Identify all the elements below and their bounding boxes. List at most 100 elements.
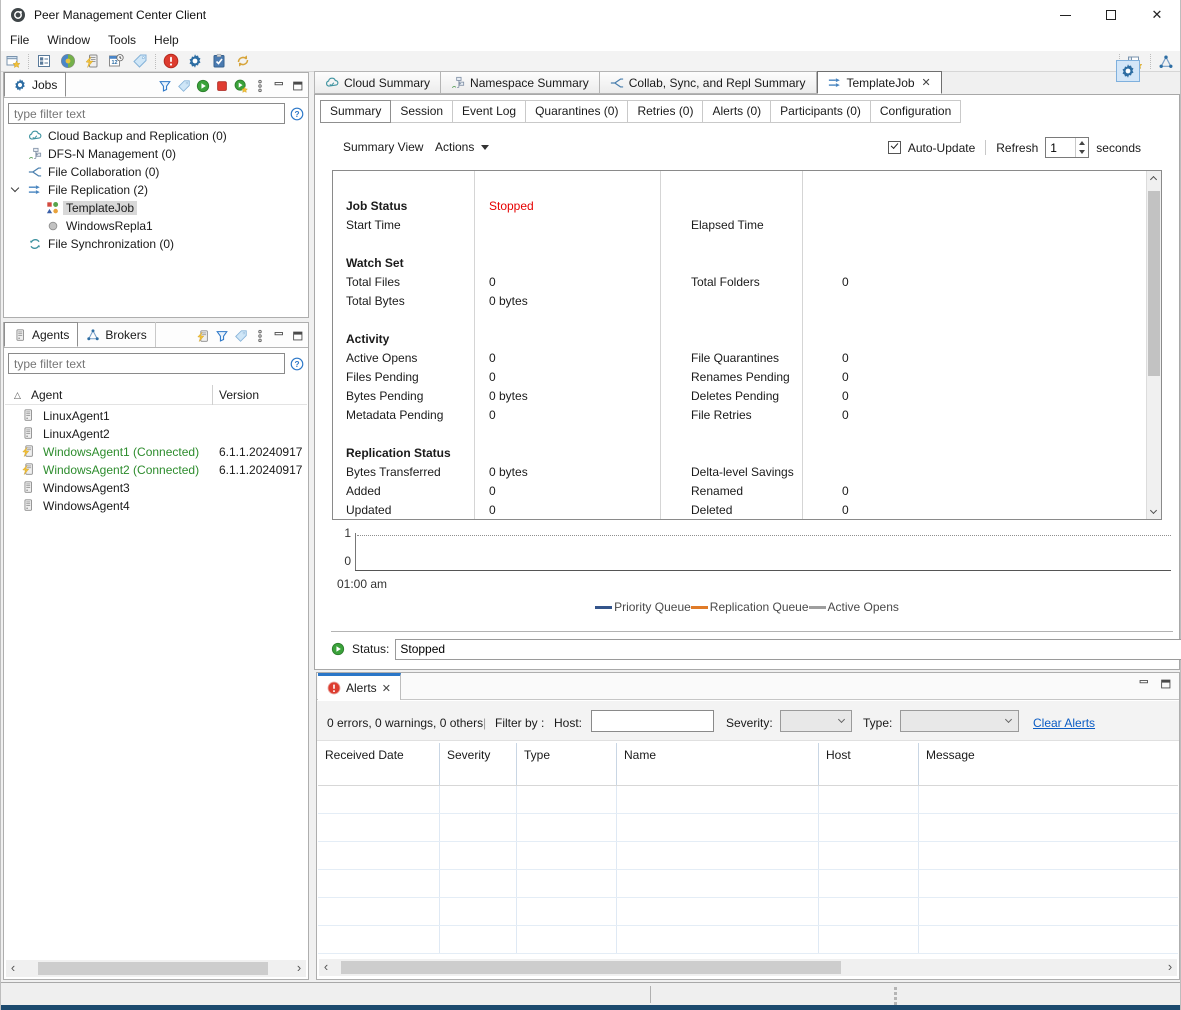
- drag-handle-icon[interactable]: [894, 987, 897, 1005]
- maximize-view-icon[interactable]: [291, 329, 305, 343]
- new-window-button[interactable]: [1, 51, 25, 71]
- alerts-button[interactable]: [159, 51, 183, 71]
- severity-select[interactable]: [780, 710, 852, 732]
- view-menu-icon[interactable]: [253, 329, 267, 343]
- tab-cloud-summary[interactable]: Cloud Summary: [314, 71, 441, 94]
- column-header-agent[interactable]: △ Agent: [5, 385, 213, 405]
- subtab-configuration[interactable]: Configuration: [871, 100, 961, 123]
- subtab-summary[interactable]: Summary: [320, 100, 391, 123]
- table-row[interactable]: LinuxAgent2: [5, 425, 307, 443]
- spinner-buttons[interactable]: [1075, 138, 1088, 157]
- settings-button[interactable]: [183, 51, 207, 71]
- tree-item-cloud-backup[interactable]: Cloud Backup and Replication (0): [4, 127, 308, 145]
- scroll-left-icon[interactable]: ‹: [319, 959, 333, 976]
- minimize-view-icon[interactable]: [272, 329, 286, 343]
- stop-job-icon[interactable]: [215, 79, 229, 93]
- start-job-icon[interactable]: [196, 79, 210, 93]
- start-all-icon[interactable]: [234, 79, 248, 93]
- tags-button[interactable]: [128, 51, 152, 71]
- menu-help[interactable]: Help: [145, 30, 188, 51]
- scrollbar-thumb[interactable]: [1148, 191, 1160, 376]
- agent-alerts-button[interactable]: [80, 51, 104, 71]
- table-row[interactable]: WindowsAgent3: [5, 479, 307, 497]
- spinner-up-icon[interactable]: [1079, 141, 1085, 145]
- help-icon[interactable]: ?: [290, 357, 304, 371]
- subtab-quarantines[interactable]: Quarantines (0): [526, 100, 628, 123]
- type-select[interactable]: [900, 710, 1019, 732]
- scroll-up-icon[interactable]: [1150, 176, 1157, 183]
- alerts-horizontal-scrollbar[interactable]: ‹ ›: [319, 959, 1177, 976]
- refresh-seconds-spinner[interactable]: [1045, 137, 1089, 158]
- expander-chevron-icon[interactable]: [11, 184, 19, 192]
- clear-alerts-link[interactable]: Clear Alerts: [1033, 712, 1095, 734]
- menu-window[interactable]: Window: [38, 30, 99, 51]
- auto-update-checkbox[interactable]: [888, 141, 901, 154]
- tab-templatejob[interactable]: TemplateJob ✕: [817, 71, 942, 94]
- column-header-name[interactable]: Name: [617, 743, 819, 785]
- subtab-retries[interactable]: Retries (0): [628, 100, 703, 123]
- tab-namespace-summary[interactable]: Namespace Summary: [441, 71, 600, 94]
- filter-icon[interactable]: [158, 79, 172, 93]
- summary-vertical-scrollbar[interactable]: [1146, 171, 1161, 519]
- minimize-button[interactable]: [1042, 0, 1088, 30]
- tree-item-file-collab[interactable]: File Collaboration (0): [4, 163, 308, 181]
- preferences-button[interactable]: [32, 51, 56, 71]
- tab-jobs[interactable]: Jobs: [4, 72, 66, 97]
- tab-brokers[interactable]: Brokers: [78, 322, 155, 347]
- column-header-received-date[interactable]: Received Date: [318, 743, 440, 785]
- close-view-icon[interactable]: ✕: [382, 682, 391, 695]
- host-filter-input[interactable]: [591, 710, 714, 732]
- subtab-session[interactable]: Session: [391, 100, 453, 123]
- agent-notify-icon[interactable]: [196, 329, 210, 343]
- actions-dropdown[interactable]: Actions: [435, 140, 489, 154]
- tab-collab-sync-repl-summary[interactable]: Collab, Sync, and Repl Summary: [600, 71, 817, 94]
- tab-alerts[interactable]: Alerts ✕: [318, 673, 401, 700]
- table-row[interactable]: WindowsAgent2 (Connected) 6.1.1.20240917: [5, 461, 307, 479]
- column-header-host[interactable]: Host: [819, 743, 919, 785]
- refresh-button[interactable]: [231, 51, 255, 71]
- tree-item-templatejob[interactable]: TemplateJob: [4, 199, 308, 217]
- help-icon[interactable]: ?: [290, 107, 304, 121]
- filter-icon[interactable]: [215, 329, 229, 343]
- menu-tools[interactable]: Tools: [99, 30, 145, 51]
- scrollbar-thumb[interactable]: [38, 962, 268, 975]
- tree-item-windowsrepla1[interactable]: WindowsRepla1: [4, 217, 308, 235]
- maximize-button[interactable]: [1088, 0, 1134, 30]
- tab-agents[interactable]: Agents: [4, 322, 78, 347]
- table-row[interactable]: WindowsAgent4: [5, 497, 307, 515]
- network-perspective-button[interactable]: [1154, 52, 1178, 72]
- scroll-left-icon[interactable]: ‹: [6, 960, 20, 977]
- tag-icon[interactable]: [177, 79, 191, 93]
- table-row[interactable]: LinuxAgent1: [5, 407, 307, 425]
- column-header-message[interactable]: Message: [919, 743, 1178, 785]
- web-help-button[interactable]: [56, 51, 80, 71]
- agents-horizontal-scrollbar[interactable]: ‹ ›: [6, 960, 306, 977]
- tag-icon[interactable]: [234, 329, 248, 343]
- refresh-seconds-input[interactable]: [1046, 138, 1076, 157]
- minimize-view-icon[interactable]: [1137, 677, 1151, 691]
- scroll-right-icon[interactable]: ›: [292, 960, 306, 977]
- maximize-view-icon[interactable]: [1159, 677, 1173, 691]
- scroll-right-icon[interactable]: ›: [1163, 959, 1177, 976]
- subtab-alerts[interactable]: Alerts (0): [703, 100, 771, 123]
- tree-item-file-sync[interactable]: File Synchronization (0): [4, 235, 308, 253]
- tree-item-dfsn[interactable]: DFS-N Management (0): [4, 145, 308, 163]
- table-row[interactable]: WindowsAgent1 (Connected) 6.1.1.20240917: [5, 443, 307, 461]
- jobs-filter-input[interactable]: [8, 103, 285, 124]
- subtab-event-log[interactable]: Event Log: [453, 100, 526, 123]
- column-header-severity[interactable]: Severity: [440, 743, 517, 785]
- spinner-down-icon[interactable]: [1079, 150, 1085, 154]
- scroll-down-icon[interactable]: [1150, 507, 1157, 514]
- tasks-button[interactable]: [207, 51, 231, 71]
- maximize-view-icon[interactable]: [291, 79, 305, 93]
- close-tab-icon[interactable]: ✕: [922, 76, 931, 89]
- close-button[interactable]: ✕: [1134, 0, 1180, 30]
- minimize-view-icon[interactable]: [272, 79, 286, 93]
- menu-file[interactable]: File: [1, 30, 38, 51]
- column-header-type[interactable]: Type: [517, 743, 617, 785]
- view-menu-icon[interactable]: [253, 79, 267, 93]
- tree-item-file-replication[interactable]: File Replication (2): [4, 181, 308, 199]
- schedule-button[interactable]: 12: [104, 51, 128, 71]
- column-header-version[interactable]: Version: [219, 385, 259, 405]
- scrollbar-thumb[interactable]: [341, 961, 841, 974]
